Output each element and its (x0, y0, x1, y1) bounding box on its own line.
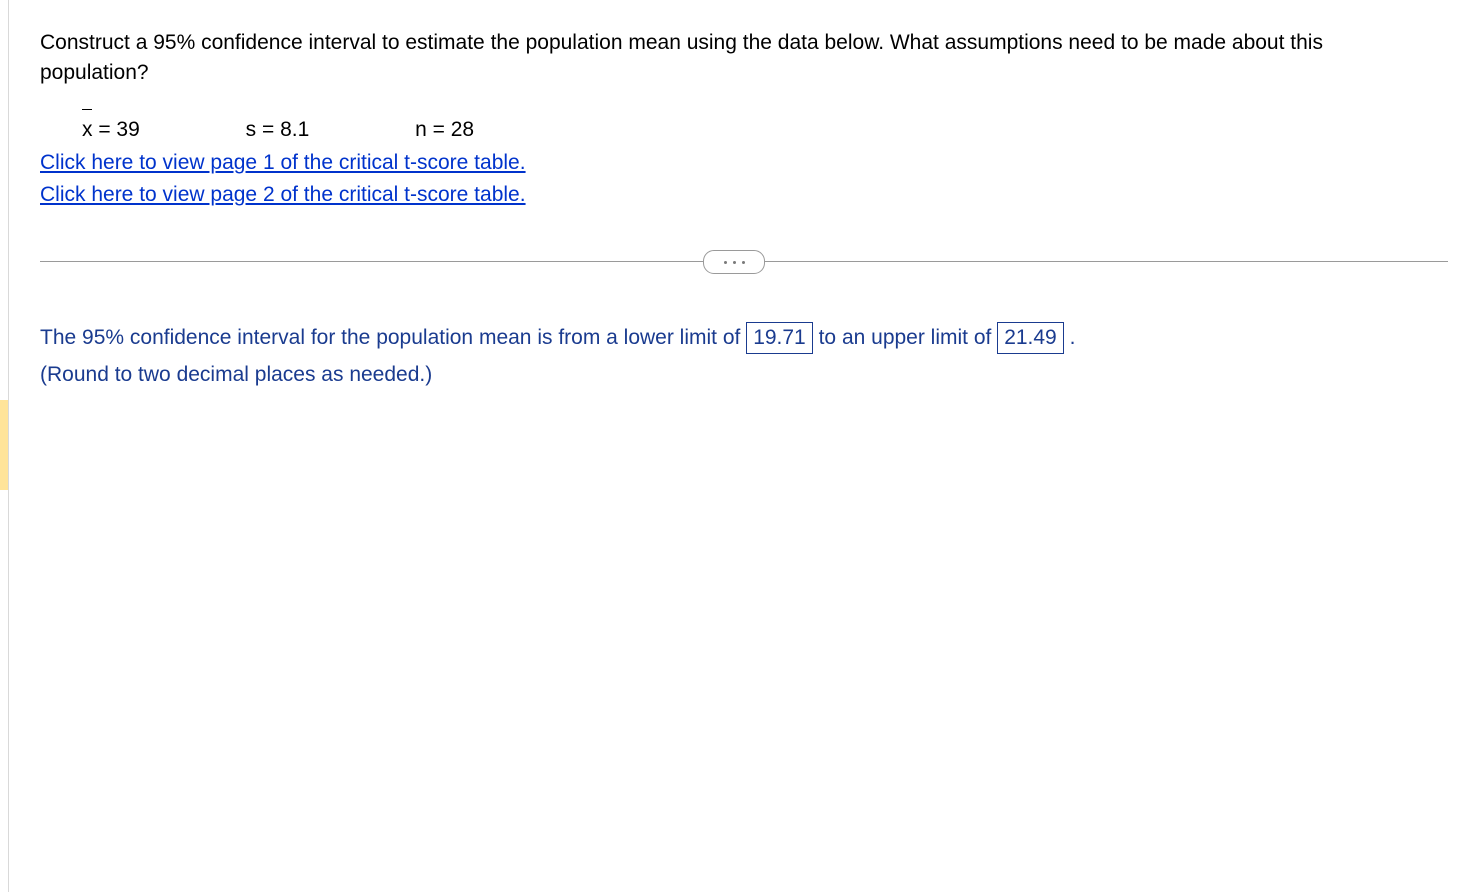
rounding-note: (Round to two decimal places as needed.) (40, 360, 1428, 390)
upper-limit-input[interactable]: 21.49 (997, 322, 1064, 353)
section-separator (40, 250, 1428, 272)
answer-text-between: to an upper limit of (819, 326, 998, 349)
stat-n: n = 28 (415, 115, 474, 145)
answer-text-pre-lower: The 95% confidence interval for the popu… (40, 326, 746, 349)
answer-text-post-upper: . (1070, 326, 1076, 349)
link-row: Click here to view page 1 of the critica… (40, 147, 1428, 210)
ellipsis-dot-icon (724, 261, 727, 264)
lower-limit-input[interactable]: 19.71 (746, 322, 813, 353)
answer-block: The 95% confidence interval for the popu… (40, 322, 1428, 390)
expand-collapse-button[interactable] (703, 250, 765, 274)
left-rail-highlight (0, 400, 8, 490)
ellipsis-dot-icon (733, 261, 736, 264)
link-t-table-page-2[interactable]: Click here to view page 2 of the critica… (40, 183, 526, 206)
xbar-label: x (82, 118, 93, 141)
xbar-value: = 39 (93, 118, 140, 141)
stats-row: x = 39 s = 8.1 n = 28 (82, 115, 1428, 145)
stat-xbar: x = 39 (82, 115, 140, 145)
content-area: Construct a 95% confidence interval to e… (0, 0, 1458, 420)
xbar-overline-icon (82, 109, 92, 111)
stat-s: s = 8.1 (246, 115, 310, 145)
answer-sentence: The 95% confidence interval for the popu… (40, 322, 1428, 353)
question-prompt: Construct a 95% confidence interval to e… (40, 28, 1428, 89)
link-t-table-page-1[interactable]: Click here to view page 1 of the critica… (40, 151, 526, 174)
ellipsis-dot-icon (742, 261, 745, 264)
page-wrap: Construct a 95% confidence interval to e… (0, 0, 1458, 892)
